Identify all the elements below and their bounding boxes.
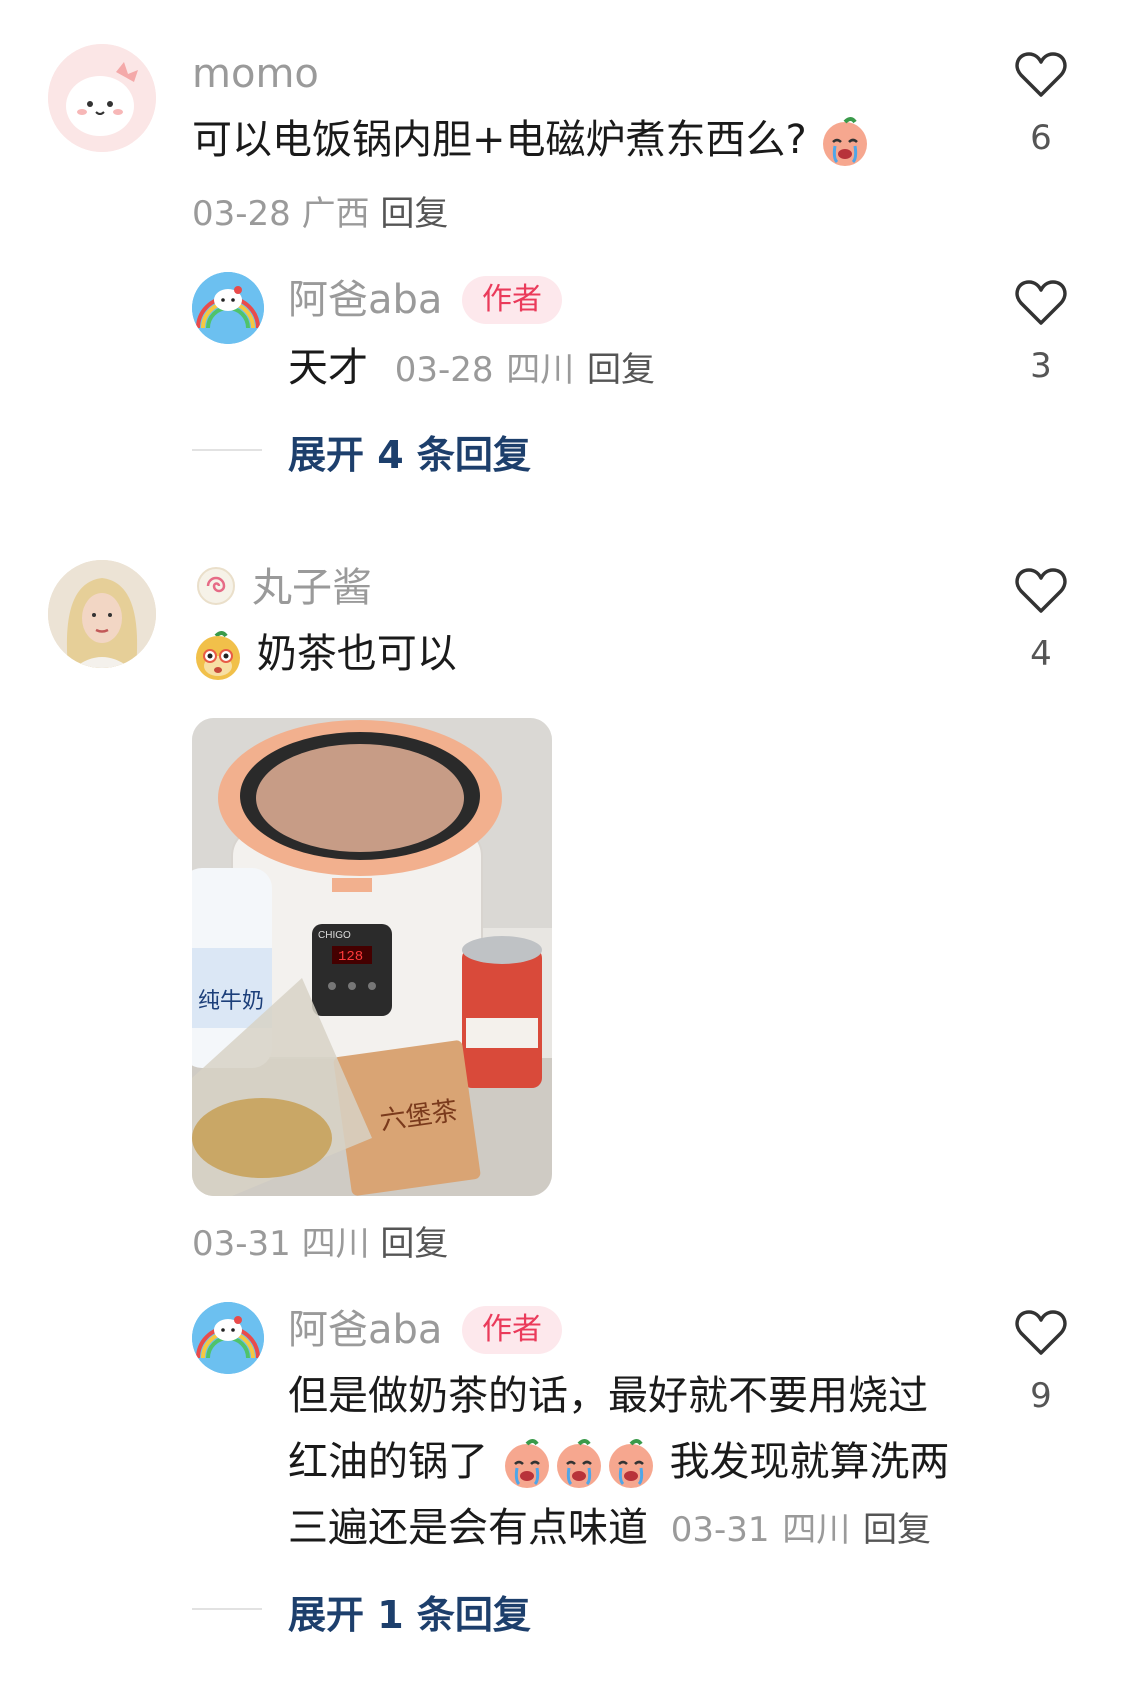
reply-date: 03-31	[670, 1510, 770, 1550]
comment-text: 可以电饭锅内胆+电磁炉煮东西么?	[192, 112, 871, 168]
portrait-avatar-icon	[48, 560, 156, 668]
expand-divider	[192, 449, 262, 451]
comment-date: 03-31	[192, 1224, 291, 1264]
heart-icon[interactable]	[1014, 50, 1068, 100]
reply-text-line-3-content: 三遍还是会有点味道	[288, 1505, 648, 1551]
reply-text-line-1: 但是做奶茶的话，最好就不要用烧过	[288, 1373, 928, 1419]
reply-text-line-2: 红油的锅了 我发现就算洗两	[288, 1434, 949, 1490]
reply-button[interactable]: 回复	[587, 350, 655, 390]
reply-location: 四川	[506, 350, 575, 390]
reply-text-line: 天才 03-28 四川 回复	[288, 342, 655, 396]
photo-display-value: 128	[338, 949, 363, 965]
like-count: 9	[1030, 1376, 1052, 1416]
author-badge: 作者	[462, 276, 562, 324]
heart-icon[interactable]	[1014, 566, 1068, 616]
crying-emoji-icon	[608, 1439, 653, 1488]
heart-icon[interactable]	[1014, 278, 1068, 328]
like-count: 4	[1030, 634, 1052, 674]
username[interactable]: 丸子酱	[252, 564, 372, 612]
comment-text: 奶茶也可以	[192, 626, 457, 682]
reply-text: 天才	[288, 345, 368, 391]
username[interactable]: 阿爸aba	[288, 276, 442, 324]
crying-emoji-icon	[504, 1439, 549, 1488]
reply-location: 四川	[782, 1510, 851, 1550]
like-count: 3	[1030, 346, 1052, 386]
comment-meta: 03-28 广西 回复	[192, 186, 448, 235]
reply-button[interactable]: 回复	[380, 1224, 448, 1264]
author-badge: 作者	[462, 1306, 562, 1354]
like-count: 6	[1030, 118, 1052, 158]
expand-divider	[192, 1608, 262, 1610]
comment-date: 03-28	[192, 194, 291, 234]
comment-photo[interactable]: CHIGO 128 纯牛奶 六堡茶	[192, 718, 552, 1196]
expand-replies-button[interactable]: 展开 4 条回复	[288, 424, 531, 479]
comment-location: 广西	[301, 194, 370, 234]
reply-date: 03-28	[394, 350, 494, 390]
swirl-badge-icon	[197, 567, 235, 605]
heart-icon[interactable]	[1014, 1308, 1068, 1358]
photo-brand-label: CHIGO	[318, 930, 351, 941]
crying-emoji-icon	[823, 117, 868, 166]
expand-replies-button[interactable]: 展开 1 条回复	[288, 1584, 531, 1639]
reply-text-line-2b: 我发现就算洗两	[669, 1439, 950, 1485]
avatar[interactable]	[192, 272, 264, 344]
avatar[interactable]	[48, 560, 156, 668]
hello-kitty-avatar-icon	[192, 272, 264, 344]
comment-text-content: 奶茶也可以	[256, 631, 457, 677]
avatar[interactable]	[192, 1302, 264, 1374]
avatar[interactable]	[48, 44, 156, 152]
crying-emoji-icon	[556, 1439, 601, 1488]
reply-text-line-2a: 红油的锅了	[288, 1439, 488, 1485]
hello-kitty-avatar-icon	[192, 1302, 264, 1374]
comment-meta: 03-31 四川 回复	[192, 1216, 448, 1265]
username[interactable]: momo	[192, 50, 319, 98]
username[interactable]: 阿爸aba	[288, 1306, 442, 1354]
milk-tea-photo-image: CHIGO 128 纯牛奶 六堡茶	[192, 718, 552, 1196]
reply-button[interactable]: 回复	[863, 1510, 931, 1550]
reply-text-line-3: 三遍还是会有点味道 03-31 四川 回复	[288, 1500, 931, 1558]
photo-milk-label: 纯牛奶	[198, 989, 264, 1014]
reply-button[interactable]: 回复	[380, 194, 448, 234]
dino-avatar-icon	[48, 44, 156, 152]
comment-text-content: 可以电饭锅内胆+电磁炉煮东西么?	[192, 117, 807, 163]
monkey-emoji-icon	[196, 631, 240, 680]
comment-location: 四川	[301, 1224, 370, 1264]
